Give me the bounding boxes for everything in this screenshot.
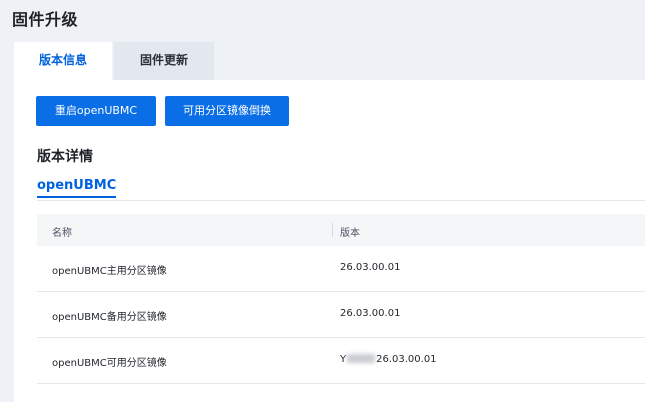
switch-available-partition-button[interactable]: 可用分区镜像倒换	[165, 96, 289, 126]
tab-bar: 版本信息 固件更新	[14, 42, 214, 80]
row-version-cell: Y 26.03.00.01	[340, 354, 437, 365]
table-row: openUBMC备用分区镜像 26.03.00.01	[37, 292, 645, 338]
table-row: openUBMC可用分区镜像 Y 26.03.00.01	[37, 338, 645, 384]
version-info-panel: 重启openUBMC 可用分区镜像倒换 版本详情 openUBMC 名称 版本 …	[14, 80, 645, 402]
row-version: 26.03.00.01	[376, 354, 437, 365]
version-details-title: 版本详情	[37, 149, 93, 165]
redacted-mark	[347, 354, 376, 363]
column-header-version: 版本	[340, 228, 360, 239]
column-header-name: 名称	[52, 228, 72, 239]
subtab-divider	[37, 200, 645, 201]
tab-firmware-update[interactable]: 固件更新	[114, 42, 214, 80]
row-version: 26.03.00.01	[340, 308, 401, 319]
reboot-openubmc-button[interactable]: 重启openUBMC	[36, 96, 156, 126]
tab-version-info[interactable]: 版本信息	[14, 42, 112, 80]
table-row: openUBMC主用分区镜像 26.03.00.01	[37, 246, 645, 292]
row-name: openUBMC可用分区镜像	[52, 358, 167, 369]
row-version: 26.03.00.01	[340, 262, 401, 273]
column-divider	[332, 223, 333, 237]
subtab-openubmc[interactable]: openUBMC	[37, 178, 117, 198]
version-table: 名称 版本 openUBMC主用分区镜像 26.03.00.01 openUBM…	[37, 214, 645, 384]
page-title: 固件升级	[12, 10, 79, 29]
row-name: openUBMC主用分区镜像	[52, 266, 167, 277]
row-version-prefix: Y	[340, 354, 347, 365]
row-name: openUBMC备用分区镜像	[52, 312, 167, 323]
table-header: 名称 版本	[37, 214, 645, 246]
